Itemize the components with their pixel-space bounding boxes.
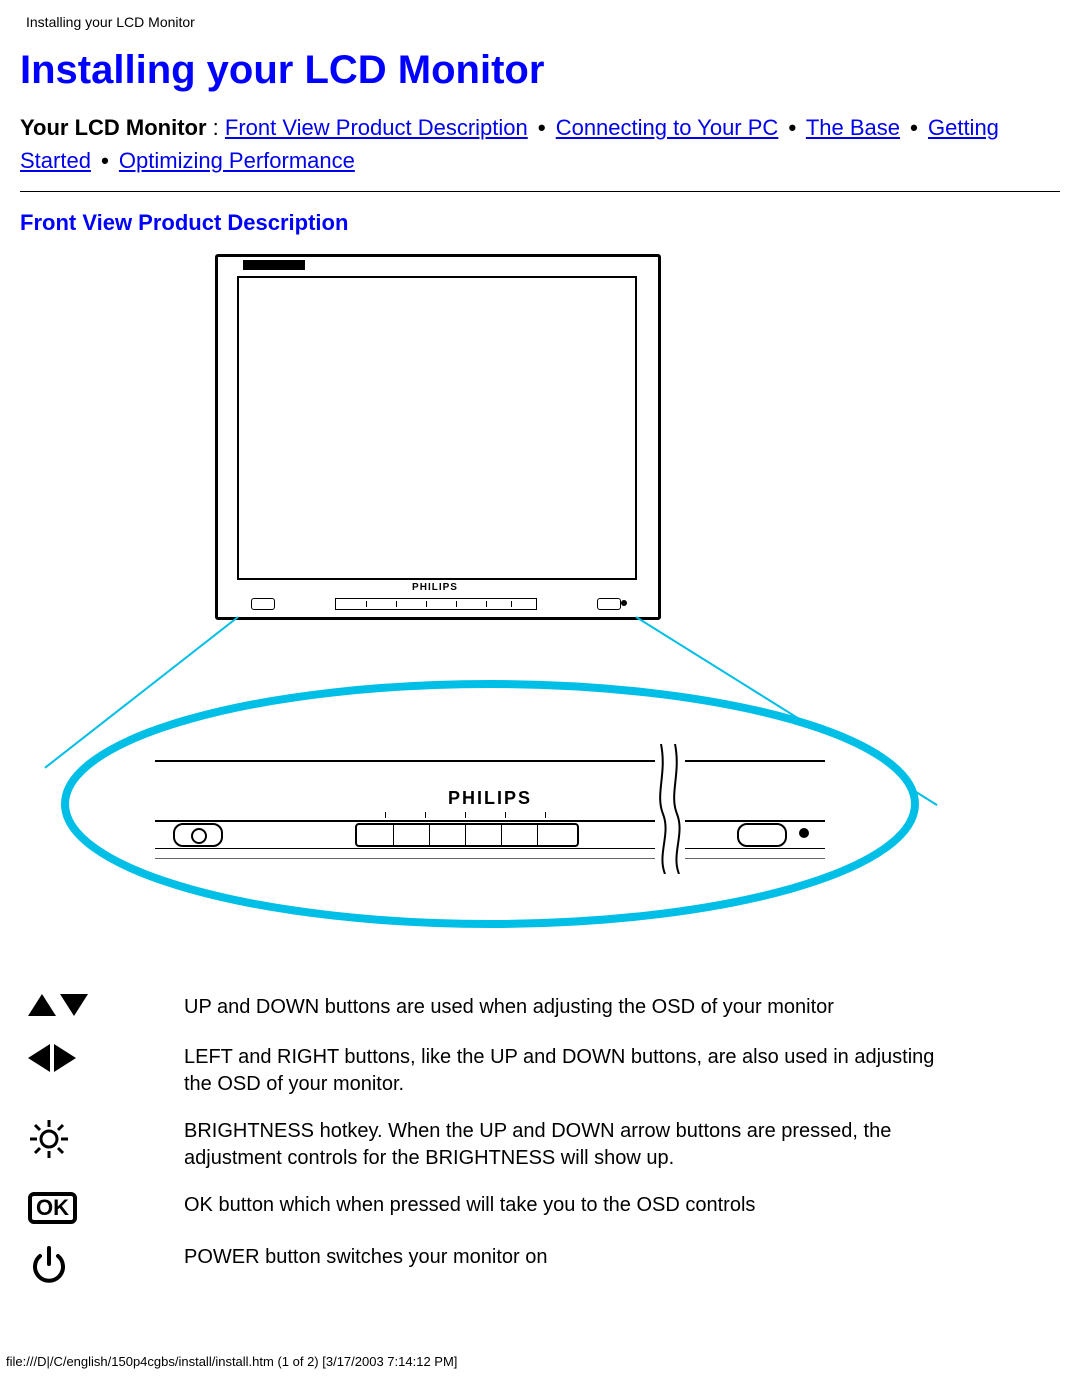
table-row: UP and DOWN buttons are used when adjust… [20,984,952,1034]
monitor-brand-label: PHILIPS [215,582,655,593]
section-title: Front View Product Description [20,210,1060,236]
bullet: • [534,115,550,140]
table-row: LEFT and RIGHT buttons, like the UP and … [20,1034,952,1108]
table-row: OK OK button which when pressed will tak… [20,1182,952,1234]
left-right-icon [28,1044,76,1072]
page-title: Installing your LCD Monitor [20,48,1060,93]
zoom-ok-icon [737,823,787,847]
power-icon [28,1269,70,1291]
horizontal-rule [20,191,1060,192]
table-row: BRIGHTNESS hotkey. When the UP and DOWN … [20,1108,952,1182]
bullet: • [906,115,922,140]
link-connecting-pc[interactable]: Connecting to Your PC [556,115,779,140]
break-mark-icon [655,744,685,874]
monitor-illustration: PHILIPS PHILIPS [20,254,1060,974]
page-header-small: Installing your LCD Monitor [20,10,1060,38]
zoom-brand-label: PHILIPS [155,788,825,809]
breadcrumb-lead: Your LCD Monitor [20,115,207,140]
link-front-view[interactable]: Front View Product Description [225,115,528,140]
page-footer-path: file:///D|/C/english/150p4cgbs/install/i… [0,1324,1080,1375]
row-text: OK button which when pressed will take y… [176,1182,952,1234]
bullet: • [97,148,113,173]
zoom-led-icon [799,828,809,838]
link-the-base[interactable]: The Base [806,115,900,140]
breadcrumb-sep: : [207,115,225,140]
zoom-power-icon [173,823,223,847]
bullet: • [784,115,800,140]
brightness-icon [28,1143,70,1165]
breadcrumb: Your LCD Monitor : Front View Product De… [20,111,1060,177]
row-text: BRIGHTNESS hotkey. When the UP and DOWN … [176,1108,952,1182]
row-text: LEFT and RIGHT buttons, like the UP and … [176,1034,952,1108]
zoom-panel: PHILIPS [55,674,925,934]
button-description-table: UP and DOWN buttons are used when adjust… [20,984,952,1304]
monitor-drawing: PHILIPS [215,254,655,634]
ok-icon: OK [28,1192,77,1224]
zoom-osd-buttons [355,823,579,847]
row-text: UP and DOWN buttons are used when adjust… [176,984,952,1034]
up-down-icon [28,994,88,1016]
table-row: POWER button switches your monitor on [20,1234,952,1304]
row-text: POWER button switches your monitor on [176,1234,952,1304]
link-optimizing-performance[interactable]: Optimizing Performance [119,148,355,173]
